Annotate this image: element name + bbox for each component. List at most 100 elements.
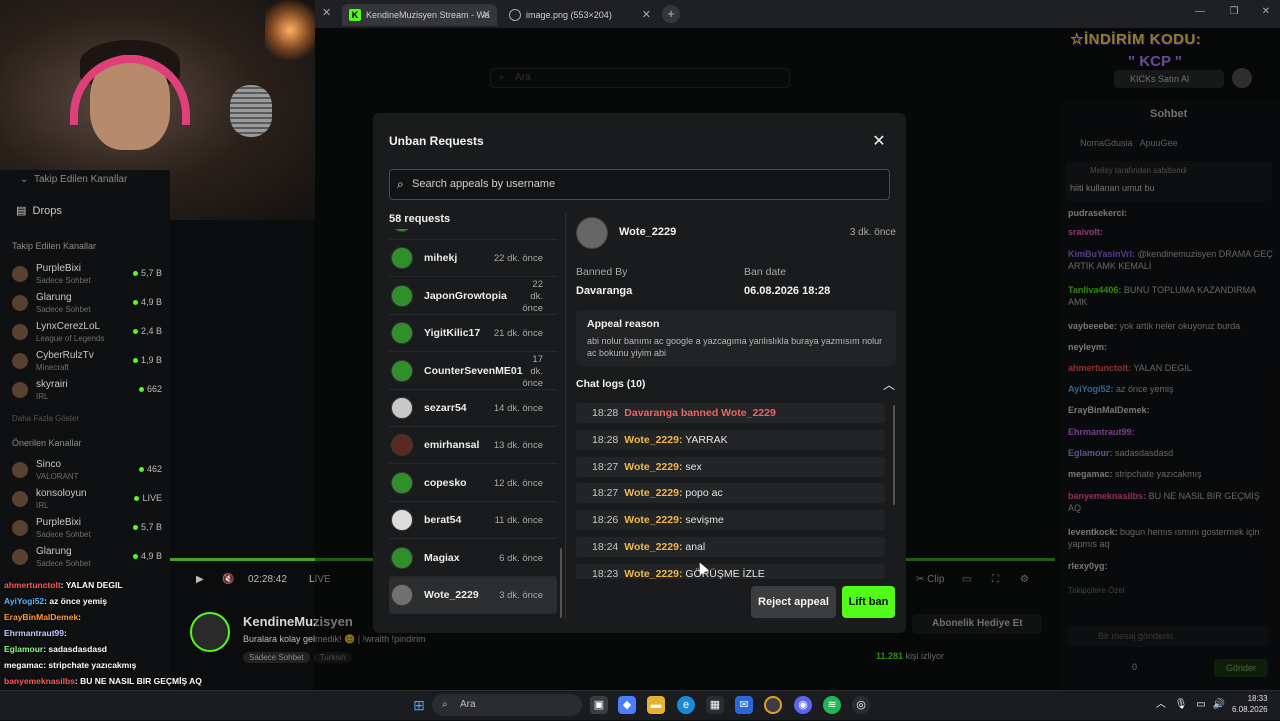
- microphone-icon[interactable]: 🎙: [1172, 696, 1190, 714]
- new-tab-button[interactable]: +: [662, 5, 680, 23]
- overlay-chat-line: ErayBinMalDemek:: [4, 609, 304, 625]
- request-list-item[interactable]: YigitKilic17 21 dk. önce: [389, 315, 557, 353]
- kick-icon: K: [349, 9, 361, 21]
- log-time: 18:26: [592, 514, 619, 527]
- request-list-item[interactable]: önce: [389, 229, 557, 240]
- close-icon[interactable]: ✕: [482, 4, 491, 26]
- chrome-icon[interactable]: [764, 696, 782, 714]
- viewer-count-text: 4,9 B: [140, 551, 162, 561]
- network-icon[interactable]: ▭: [1192, 696, 1210, 714]
- request-list-item[interactable]: emirhansal 13 dk. önce: [389, 427, 557, 465]
- sidebar-channel-item[interactable]: LynxCerezLoL League of Legends 2,4 B: [12, 320, 162, 346]
- minimize-icon[interactable]: —: [1192, 6, 1208, 20]
- ban-date-value: 06.08.2026 18:28: [744, 285, 831, 297]
- request-list-item[interactable]: sezarr54 14 dk. önce: [389, 390, 557, 427]
- appeal-reason-text: abi nolur banımı ac google a yazcagıma y…: [587, 336, 883, 358]
- request-list-item[interactable]: mihekj 22 dk. önce: [389, 240, 557, 278]
- tab-label: KendineMuzisyen Stream - Wa: [366, 10, 490, 20]
- maximize-icon[interactable]: ❐: [1226, 6, 1242, 20]
- channel-name: Sinco: [36, 459, 62, 470]
- overlay-chat-user: megamac: [4, 660, 44, 670]
- channel-name: LynxCerezLoL: [36, 321, 101, 332]
- channel-avatar: [12, 491, 28, 507]
- edge-icon[interactable]: e: [677, 696, 695, 714]
- request-list-item[interactable]: copesko 12 dk. önce: [389, 465, 557, 502]
- close-icon[interactable]: ✕: [642, 4, 651, 26]
- log-ban-event: Davaranga banned Wote_2229: [624, 407, 776, 419]
- spotify-icon[interactable]: ≋: [823, 696, 841, 714]
- log-scrollbar[interactable]: [893, 405, 895, 505]
- channel-category: Sadece Sohbet: [36, 305, 91, 314]
- mail-icon[interactable]: ✉: [735, 696, 753, 714]
- live-dot: [132, 300, 138, 305]
- request-list-item[interactable]: berat54 11 dk. önce: [389, 502, 557, 540]
- sidebar-channel-item[interactable]: Sinco VALORANT 462: [12, 458, 162, 484]
- close-window-icon[interactable]: ✕: [1258, 6, 1274, 20]
- task-view-icon[interactable]: ▣: [590, 696, 608, 714]
- sidebar-channel-item[interactable]: PurpleBixi Sadece Sohbet 5,7 B: [12, 516, 162, 542]
- taskbar-search[interactable]: ⌕ Ara: [432, 694, 582, 716]
- store-icon[interactable]: ▦: [706, 696, 724, 714]
- log-time: 18:27: [592, 487, 619, 500]
- sidebar-drops[interactable]: ▤ Drops: [16, 204, 62, 217]
- speaker-icon[interactable]: 🔊: [1210, 696, 1228, 714]
- tab-close-icon[interactable]: ✕: [322, 6, 331, 19]
- chat-log-row: 18:26 Wote_2229: sevişme: [576, 510, 885, 531]
- channel-name: Glarung: [36, 292, 72, 303]
- request-list-item[interactable]: Wote_2229 3 dk. önce: [389, 577, 557, 614]
- live-dot: [138, 467, 144, 472]
- chevron-up-icon[interactable]: ︿: [883, 376, 895, 393]
- tab-kick[interactable]: K KendineMuzisyen Stream - Wa ✕: [342, 4, 497, 26]
- request-list-item[interactable]: JaponGrowtopia 22 dk. önce: [389, 278, 557, 315]
- sidebar-channel-item[interactable]: Glarung Sadece Sohbet 4,9 B: [12, 545, 162, 571]
- following-link-label: Takip Edilen Kanallar: [33, 174, 128, 185]
- channel-name: Glarung: [36, 546, 72, 557]
- request-username: emirhansal: [424, 439, 480, 452]
- selected-username: Wote_2229: [619, 226, 677, 238]
- chat-log-row: 18:28 Wote_2229: YARRAK: [576, 429, 885, 450]
- live-dot: [132, 554, 138, 559]
- sidebar-following-link[interactable]: ⌄ Takip Edilen Kanallar: [20, 174, 127, 185]
- request-list-item[interactable]: CounterSevenME01 17 dk. önce: [389, 353, 557, 390]
- reject-appeal-button[interactable]: Reject appeal: [751, 586, 836, 618]
- sidebar-channel-item[interactable]: CyberRulzTv Minecraft 1,9 B: [12, 349, 162, 375]
- list-scrollbar[interactable]: [560, 548, 562, 618]
- tab-image[interactable]: image.png (553×204) ✕: [502, 4, 657, 26]
- log-time: 18:23: [592, 567, 619, 579]
- appeal-search-input[interactable]: ⌕ Search appeals by username: [389, 169, 890, 200]
- clock-time: 18:33: [1247, 694, 1268, 703]
- log-time: 18:24: [592, 541, 619, 553]
- sidebar-channel-item[interactable]: skyrairi IRL 662: [12, 378, 162, 404]
- channel-name: skyrairi: [36, 379, 68, 390]
- windows-start-icon[interactable]: ⊞: [410, 696, 428, 714]
- overlay-chat-message: : BU NE NASIL BIR GEÇMİŞ AQ: [74, 676, 202, 686]
- sidebar-channel-item[interactable]: Glarung Sadece Sohbet 4,9 B: [12, 291, 162, 317]
- channel-category: VALORANT: [36, 472, 79, 481]
- viewer-count-text: 1,9 B: [140, 355, 162, 365]
- log-message: YARRAK: [685, 433, 728, 446]
- obs-icon[interactable]: ◎: [852, 696, 870, 714]
- show-more-link[interactable]: Daha Fazla Göster: [12, 414, 79, 423]
- request-username: YigitKilic17: [424, 327, 481, 340]
- live-dot: [138, 387, 144, 392]
- discord-icon[interactable]: ◉: [794, 696, 812, 714]
- request-avatar: [391, 397, 413, 419]
- channel-viewers: 462: [138, 464, 162, 474]
- file-explorer-icon[interactable]: ▬: [647, 696, 665, 714]
- request-list-item[interactable]: Magiax 6 dk. önce: [389, 540, 557, 577]
- copilot-icon[interactable]: ◆: [618, 696, 636, 714]
- close-icon[interactable]: ✕: [871, 131, 887, 151]
- lift-ban-button[interactable]: Lift ban: [842, 586, 895, 618]
- channel-avatar: [12, 382, 28, 398]
- taskbar-clock[interactable]: 18:33 6.08.2026: [1232, 693, 1268, 715]
- sidebar-channel-item[interactable]: PurpleBixi Sadece Sohbet 5,7 B: [12, 262, 162, 288]
- request-username: sezarr54: [424, 402, 467, 414]
- request-time: 22 dk. önce: [522, 278, 543, 314]
- request-username: Magiax: [424, 551, 460, 564]
- sidebar-channel-item[interactable]: konsoloyun IRL LIVE: [12, 487, 162, 513]
- request-username: berat54: [424, 514, 462, 527]
- channel-avatar: [12, 462, 28, 478]
- banned-by-label: Banned By: [576, 266, 628, 278]
- chevron-up-icon[interactable]: ︿: [1152, 696, 1170, 714]
- chat-logs-title: Chat logs (10): [576, 378, 646, 390]
